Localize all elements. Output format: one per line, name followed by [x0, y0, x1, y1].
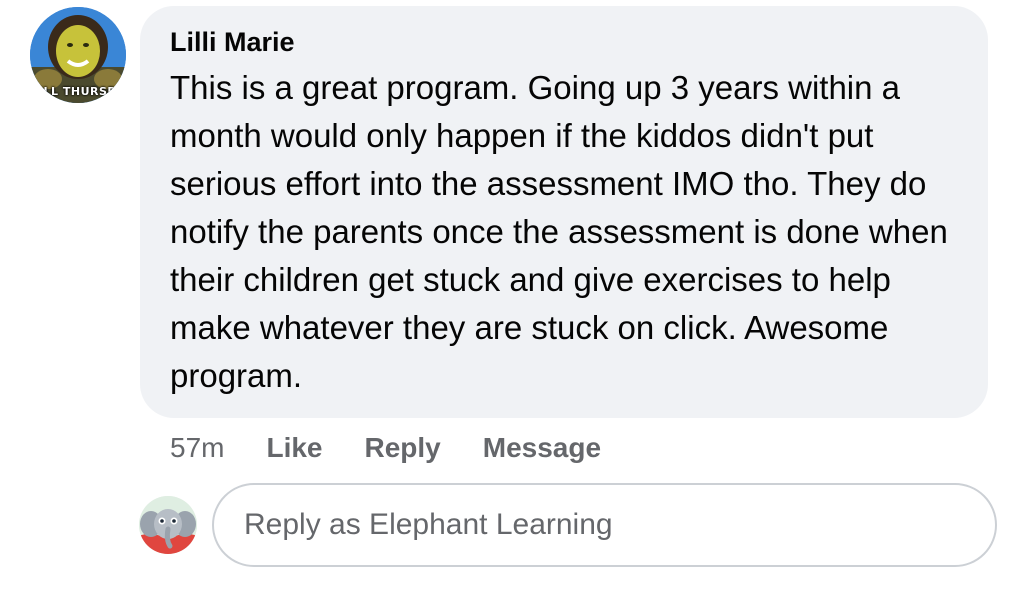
comment-text: This is a great program. Going up 3 year…	[170, 69, 948, 394]
comment-actions: 57m Like Reply Message	[170, 428, 643, 468]
elephant-icon	[139, 496, 197, 554]
comment-thread: ILL THURSD Lilli Marie This is a great p…	[0, 0, 1018, 594]
comment-timestamp[interactable]: 57m	[170, 432, 224, 464]
reply-input[interactable]	[242, 507, 967, 543]
reply-avatar	[139, 496, 197, 554]
message-button[interactable]: Message	[483, 432, 601, 464]
reply-button[interactable]: Reply	[365, 432, 441, 464]
like-button[interactable]: Like	[266, 432, 322, 464]
avatar-caption: ILL THURSD	[38, 85, 118, 98]
comment-bubble: Lilli Marie This is a great program. Goi…	[140, 6, 988, 418]
comment-author[interactable]: Lilli Marie	[170, 26, 960, 58]
reply-field-container[interactable]	[212, 483, 997, 567]
commenter-avatar[interactable]: ILL THURSD	[30, 7, 126, 103]
